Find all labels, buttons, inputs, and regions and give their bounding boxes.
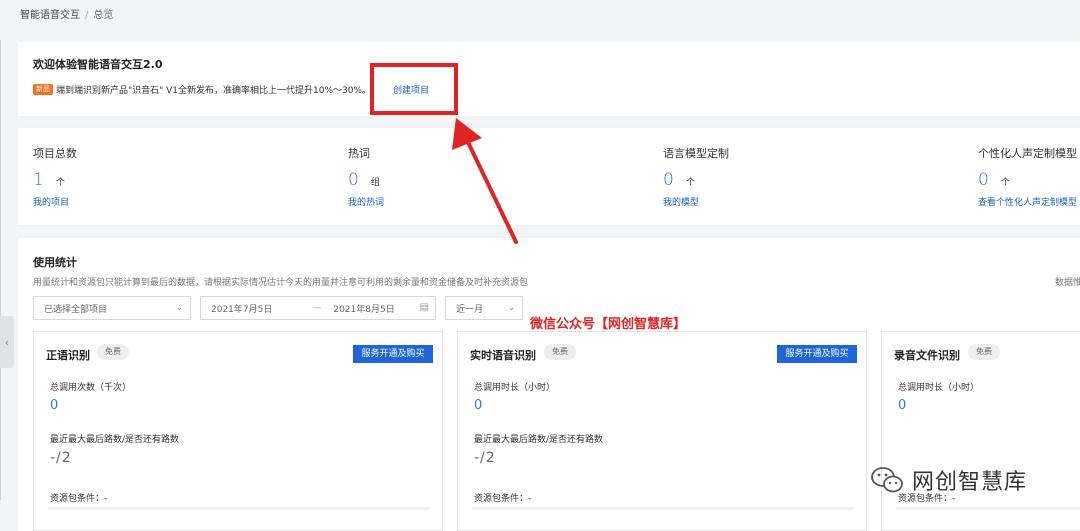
metric-value: 0 [50, 398, 59, 413]
my-projects-link[interactable]: 我的项目 [33, 195, 77, 208]
usage-description: 用量统计和资源包只能计算到最后的数据，请根据实际情况估计今天的用量并注意可利用的… [33, 278, 529, 288]
stat-label: 热词 [348, 147, 370, 160]
stat-label: 个性化人声定制模型 [978, 147, 1077, 160]
breadcrumb-root[interactable]: 智能语音交互 [20, 10, 80, 21]
stats-card: 项目总数 1 个 我的项目 热词 0 组 我的热词 语言模型定制 0 个 我的模型 个… [18, 128, 1080, 225]
service-card-asr: 正语识别 免费 服务开通及购买 总调用次数（千次） 0 最近最大最后路数/是否还… [33, 331, 443, 531]
service-card-file: 录音文件识别 免费 总调用时长（小时） 0 资源包条件：- [881, 331, 1080, 531]
free-badge: 免费 [968, 344, 1000, 360]
breadcrumb: 智能语音交互 / 总览 [20, 6, 113, 21]
new-badge: 新品 [33, 84, 53, 95]
news-line: 新品 端到端识别新产品"识音石" V1全新发布，准确率相比上一代提升10%～30… [33, 83, 429, 96]
resource-pack-label: 资源包条件：- [50, 494, 108, 504]
chevron-down-icon: ⌄ [507, 303, 515, 313]
service-card-realtime: 实时语音识别 免费 服务开通及购买 总调用时长（小时） 0 最近最大最后路数/是… [457, 331, 867, 531]
stat-unit: 个 [55, 178, 65, 188]
metric-label: 最近最大最后路数/是否还有路数 [50, 435, 180, 445]
my-hotwords-link[interactable]: 我的热词 [348, 195, 384, 208]
project-select-value: 已选择全部项目 [44, 304, 108, 315]
usage-right-note: 数据惟 [1055, 278, 1080, 288]
metric-value: 0 [474, 398, 483, 413]
date-end: 2021年8月5日 [333, 304, 395, 315]
welcome-card: 欢迎体验智能语音交互2.0 新品 端到端识别新产品"识音石" V1全新发布，准确… [18, 42, 1080, 116]
free-badge: 免费 [544, 344, 576, 360]
stat-unit: 个 [685, 178, 695, 188]
metric-value: -/2 [474, 450, 496, 466]
watermark-brand: 网创智慧库 [870, 464, 1027, 496]
news-text: 端到端识别新产品"识音石" V1全新发布，准确率相比上一代提升10%～30%。 [56, 86, 372, 96]
stat-unit: 个 [1000, 178, 1010, 188]
free-badge: 免费 [97, 344, 129, 360]
metric-value: -/2 [50, 450, 72, 466]
chevron-left-icon: ‹ [4, 335, 10, 349]
metric-value: 0 [898, 398, 907, 413]
date-separator: — [312, 303, 322, 313]
service-name: 实时语音识别 [470, 349, 536, 362]
project-select[interactable]: 已选择全部项目 ⌄ [33, 296, 191, 320]
range-select[interactable]: 近一月 ⌄ [445, 296, 523, 320]
stat-unit: 组 [370, 178, 380, 188]
resource-pack-label: 资源包条件：- [474, 494, 532, 504]
voice-models-link[interactable]: 查看个性化人声定制模型 [978, 195, 1077, 208]
stat-language-models: 语言模型定制 0 个 我的模型 [663, 145, 729, 208]
metric-label: 总调用次数（千次） [50, 383, 132, 393]
metric-label: 总调用时长（小时） [474, 383, 556, 393]
stat-value: 1 [33, 170, 44, 190]
date-start: 2021年7月5日 [211, 304, 273, 315]
left-edge-line [0, 40, 1, 500]
welcome-title: 欢迎体验智能语音交互2.0 [33, 58, 163, 71]
buy-service-button[interactable]: 服务开通及购买 [353, 345, 433, 363]
stat-value: 0 [663, 170, 674, 190]
date-range-picker[interactable]: 2021年7月5日 — 2021年8月5日 ▤ [200, 296, 436, 320]
buy-service-button[interactable]: 服务开通及购买 [777, 345, 857, 363]
resource-bar [48, 507, 430, 510]
usage-title: 使用统计 [33, 256, 77, 269]
resource-bar [896, 507, 1080, 510]
wechat-logo-icon [871, 467, 903, 493]
metric-label: 总调用时长（小时） [898, 383, 980, 393]
stat-label: 项目总数 [33, 147, 77, 160]
service-name: 录音文件识别 [894, 349, 960, 362]
chevron-down-icon: ⌄ [175, 303, 183, 313]
watermark-brand-text: 网创智慧库 [912, 470, 1028, 495]
stat-value: 0 [978, 170, 989, 190]
breadcrumb-current: 总览 [93, 10, 114, 21]
resource-bar [472, 507, 854, 510]
my-models-link[interactable]: 我的模型 [663, 195, 729, 208]
breadcrumb-separator: / [85, 10, 89, 21]
stat-projects: 项目总数 1 个 我的项目 [33, 145, 77, 208]
range-select-value: 近一月 [456, 304, 484, 315]
create-project-link[interactable]: 创建项目 [393, 83, 429, 96]
calendar-icon: ▤ [419, 302, 429, 313]
stat-value: 0 [348, 170, 359, 190]
service-name: 正语识别 [46, 349, 90, 362]
metric-label: 最近最大最后路数/是否还有路数 [474, 435, 604, 445]
stat-label: 语言模型定制 [663, 147, 729, 160]
watermark-text: 微信公众号【网创智慧库】 [530, 317, 687, 332]
stat-voice-models: 个性化人声定制模型 0 个 查看个性化人声定制模型 [978, 145, 1077, 208]
stat-hotwords: 热词 0 组 我的热词 [348, 145, 384, 208]
sidebar-collapse-toggle[interactable]: ‹ [0, 316, 14, 368]
